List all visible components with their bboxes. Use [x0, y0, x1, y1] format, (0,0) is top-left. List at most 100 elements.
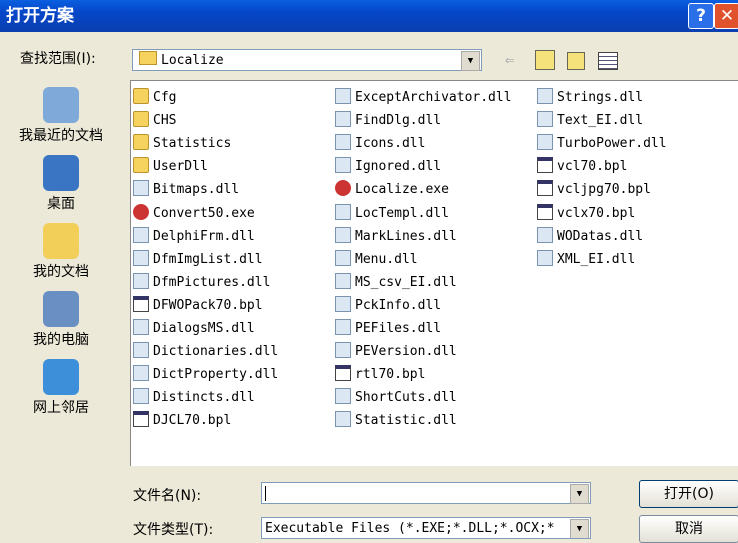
file-name: ExceptArchivator.dll: [355, 90, 512, 105]
place-0[interactable]: 我最近的文档: [0, 87, 122, 145]
file-name: DFWOPack70.bpl: [153, 297, 263, 313]
title-bar: 打开方案 ? ✕: [0, 0, 738, 32]
file-name: Convert50.exe: [153, 205, 255, 221]
dll-icon: [133, 319, 149, 335]
folder-icon: [139, 51, 157, 65]
file-item[interactable]: Ignored.dll: [335, 157, 441, 177]
new-folder-icon[interactable]: [567, 52, 585, 70]
dll-icon: [335, 388, 351, 405]
bpl-icon: [537, 180, 553, 197]
lookin-combo[interactable]: Localize ▼: [132, 49, 482, 71]
file-item[interactable]: DFWOPack70.bpl: [133, 295, 263, 316]
filetype-select[interactable]: Executable Files (*.EXE;*.DLL;*.OCX;* ▼: [261, 517, 591, 539]
file-item[interactable]: Convert50.exe: [133, 203, 255, 224]
file-item[interactable]: LocTempl.dll: [335, 203, 449, 224]
exe-icon: [133, 203, 149, 220]
file-item[interactable]: Distincts.dll: [133, 388, 255, 408]
place-label: 我的文档: [33, 264, 89, 280]
file-name: rtl70.bpl: [355, 367, 426, 383]
file-item[interactable]: vclx70.bpl: [537, 203, 635, 224]
chevron-down-icon[interactable]: ▼: [570, 519, 589, 538]
dll-icon: [133, 226, 149, 243]
place-4[interactable]: 网上邻居: [0, 359, 122, 417]
folder-icon: [133, 88, 149, 104]
file-item[interactable]: Cfg: [133, 88, 176, 108]
file-item[interactable]: DJCL70.bpl: [133, 411, 231, 431]
bpl-icon: [335, 365, 351, 382]
dll-icon: [133, 180, 149, 197]
file-item[interactable]: DictProperty.dll: [133, 365, 278, 385]
place-icon: [43, 223, 79, 259]
file-item[interactable]: Localize.exe: [335, 180, 449, 200]
chevron-down-icon[interactable]: ▼: [570, 484, 589, 504]
dll-icon: [335, 88, 351, 104]
file-item[interactable]: Text_EI.dll: [537, 111, 643, 131]
filename-input[interactable]: ▼: [261, 482, 591, 504]
back-icon[interactable]: ⇐: [505, 50, 515, 69]
place-2[interactable]: 我的文档: [0, 223, 122, 281]
file-item[interactable]: MS_csv_EI.dll: [335, 272, 457, 293]
file-item[interactable]: WODatas.dll: [537, 226, 643, 247]
file-item[interactable]: Bitmaps.dll: [133, 180, 239, 200]
file-item[interactable]: TurboPower.dll: [537, 134, 667, 154]
bpl-icon: [133, 295, 149, 312]
place-icon: [43, 155, 79, 191]
file-item[interactable]: ExceptArchivator.dll: [335, 88, 512, 108]
place-3[interactable]: 我的电脑: [0, 291, 122, 349]
file-name: ShortCuts.dll: [355, 390, 457, 406]
up-folder-icon[interactable]: [535, 50, 555, 70]
file-item[interactable]: DfmPictures.dll: [133, 272, 271, 293]
file-item[interactable]: rtl70.bpl: [335, 365, 425, 385]
file-item[interactable]: FindDlg.dll: [335, 111, 441, 131]
file-list[interactable]: Cfg CHS Statistics UserDll Bitmaps.dll Conver…: [130, 80, 738, 466]
file-item[interactable]: Dictionaries.dll: [133, 342, 278, 362]
dll-icon: [133, 342, 149, 359]
file-item[interactable]: DialogsMS.dll: [133, 319, 255, 339]
file-item[interactable]: CHS: [133, 111, 176, 131]
help-button[interactable]: ?: [688, 3, 714, 29]
file-item[interactable]: PckInfo.dll: [335, 295, 441, 316]
file-item[interactable]: XML_EI.dll: [537, 249, 635, 270]
file-item[interactable]: PEFiles.dll: [335, 319, 441, 339]
folder-icon: [133, 134, 149, 151]
file-item[interactable]: vcljpg70.bpl: [537, 180, 651, 200]
filename-label: 文件名(N):: [133, 488, 202, 504]
file-name: DelphiFrm.dll: [153, 228, 255, 244]
file-item[interactable]: vcl70.bpl: [537, 157, 627, 177]
place-1[interactable]: 桌面: [0, 155, 122, 213]
file-item[interactable]: Strings.dll: [537, 88, 643, 108]
cancel-button[interactable]: 取消: [639, 515, 738, 543]
file-item[interactable]: ShortCuts.dll: [335, 388, 457, 408]
file-name: DfmPictures.dll: [153, 274, 271, 290]
dll-icon: [335, 249, 351, 266]
folder-icon: [133, 157, 149, 174]
dll-icon: [335, 295, 351, 312]
file-name: FindDlg.dll: [355, 113, 442, 129]
file-item[interactable]: MarkLines.dll: [335, 226, 457, 247]
dll-icon: [133, 249, 149, 266]
file-name: DfmImgList.dll: [153, 251, 263, 267]
file-item[interactable]: DfmImgList.dll: [133, 249, 263, 270]
file-item[interactable]: Menu.dll: [335, 249, 418, 270]
dll-icon: [335, 203, 351, 220]
file-item[interactable]: Icons.dll: [335, 134, 425, 154]
file-name: DictProperty.dll: [153, 367, 279, 383]
file-name: DialogsMS.dll: [153, 321, 255, 336]
file-item[interactable]: Statistic.dll: [335, 411, 457, 431]
file-name: Strings.dll: [557, 90, 644, 105]
file-name: Statistic.dll: [355, 413, 457, 429]
file-item[interactable]: DelphiFrm.dll: [133, 226, 255, 247]
file-item[interactable]: Statistics: [133, 134, 231, 154]
dll-icon: [537, 249, 553, 266]
file-item[interactable]: PEVersion.dll: [335, 342, 457, 362]
open-button[interactable]: 打开(O): [639, 480, 738, 508]
chevron-down-icon[interactable]: ▼: [461, 51, 480, 71]
place-label: 我最近的文档: [19, 128, 103, 144]
close-button[interactable]: ✕: [714, 3, 738, 29]
dll-icon: [537, 134, 553, 151]
dll-icon: [335, 157, 351, 174]
view-menu-icon[interactable]: [598, 52, 618, 70]
file-name: vcljpg70.bpl: [557, 182, 651, 198]
dll-icon: [335, 342, 351, 359]
file-item[interactable]: UserDll: [133, 157, 208, 177]
